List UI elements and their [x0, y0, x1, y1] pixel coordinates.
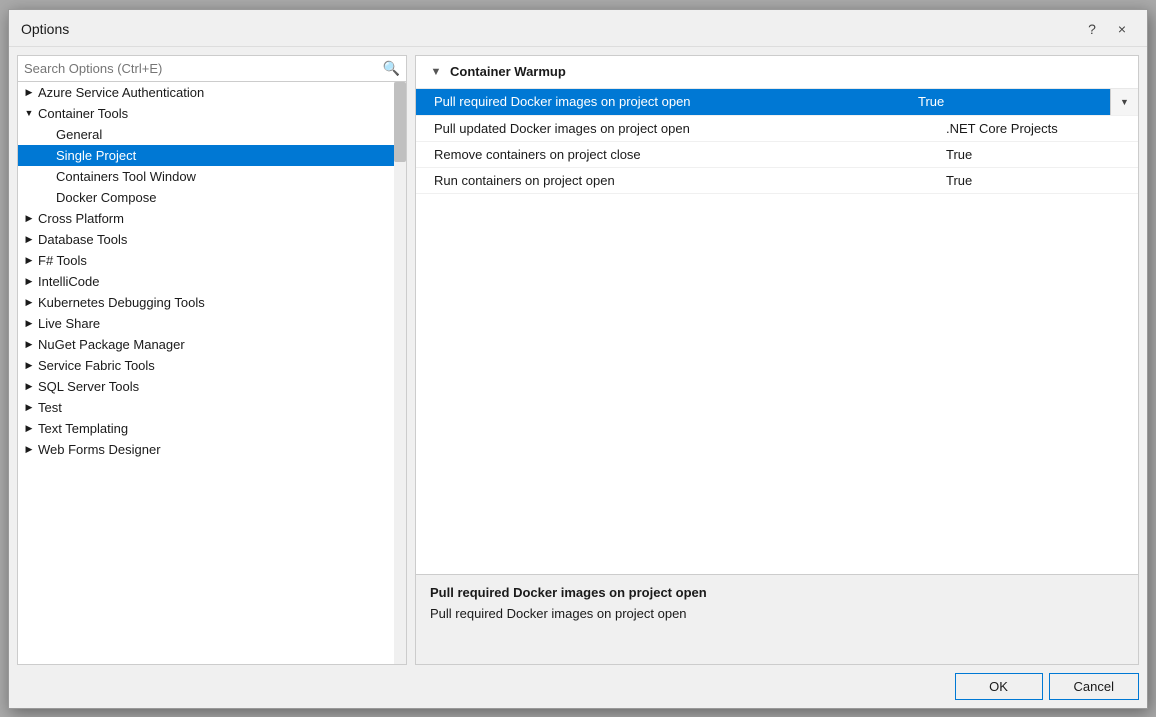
expand-tree-icon[interactable]: ▶: [22, 211, 36, 225]
tree-item-text-templating[interactable]: ▶Text Templating: [18, 418, 406, 439]
collapse-tree-icon[interactable]: ▼: [22, 106, 36, 120]
tree-item-cross-platform[interactable]: ▶Cross Platform: [18, 208, 406, 229]
tree-item-azure-service-auth[interactable]: ▶Azure Service Authentication: [18, 82, 406, 103]
tree-spacer: [40, 169, 54, 183]
setting-value-0: True: [910, 90, 1110, 113]
tree-spacer: [40, 190, 54, 204]
title-bar-buttons: ? ×: [1079, 18, 1135, 40]
tree-item-label: NuGet Package Manager: [38, 337, 185, 352]
description-text: Pull required Docker images on project o…: [430, 606, 1124, 621]
dialog-body: 🔍 ▶Azure Service Authentication▼Containe…: [9, 47, 1147, 665]
tree-item-label: Azure Service Authentication: [38, 85, 204, 100]
section-header: ▼ Container Warmup: [416, 56, 1138, 89]
tree-item-docker-compose[interactable]: Docker Compose: [18, 187, 406, 208]
settings-row-3[interactable]: Run containers on project openTrue: [416, 168, 1138, 194]
tree-item-web-forms-designer[interactable]: ▶Web Forms Designer: [18, 439, 406, 460]
cancel-button[interactable]: Cancel: [1049, 673, 1139, 700]
tree-item-label: Live Share: [38, 316, 100, 331]
expand-tree-icon[interactable]: ▶: [22, 295, 36, 309]
dialog-footer: OK Cancel: [9, 665, 1147, 708]
expand-tree-icon[interactable]: ▶: [22, 379, 36, 393]
expand-tree-icon[interactable]: ▶: [22, 253, 36, 267]
setting-name-3: Run containers on project open: [416, 169, 938, 192]
expand-tree-icon[interactable]: ▶: [22, 421, 36, 435]
setting-value-2: True: [938, 143, 1138, 166]
tree-item-database-tools[interactable]: ▶Database Tools: [18, 229, 406, 250]
tree-item-label: Cross Platform: [38, 211, 124, 226]
settings-row-2[interactable]: Remove containers on project closeTrue: [416, 142, 1138, 168]
setting-value-1: .NET Core Projects: [938, 117, 1138, 140]
settings-rows: Pull required Docker images on project o…: [416, 89, 1138, 194]
setting-name-0: Pull required Docker images on project o…: [416, 90, 910, 113]
expand-tree-icon[interactable]: ▶: [22, 85, 36, 99]
tree-item-label: SQL Server Tools: [38, 379, 139, 394]
tree-item-label: Database Tools: [38, 232, 127, 247]
tree-item-single-project[interactable]: Single Project: [18, 145, 406, 166]
tree-item-container-tools[interactable]: ▼Container Tools: [18, 103, 406, 124]
ok-button[interactable]: OK: [955, 673, 1043, 700]
tree-item-service-fabric-tools[interactable]: ▶Service Fabric Tools: [18, 355, 406, 376]
dialog-title: Options: [21, 21, 69, 37]
tree-item-sql-server-tools[interactable]: ▶SQL Server Tools: [18, 376, 406, 397]
tree-item-general[interactable]: General: [18, 124, 406, 145]
tree-item-label: Single Project: [56, 148, 136, 163]
setting-value-3: True: [938, 169, 1138, 192]
options-tree: ▶Azure Service Authentication▼Container …: [18, 82, 406, 664]
tree-item-label: General: [56, 127, 102, 142]
help-button[interactable]: ?: [1079, 18, 1105, 40]
description-area: Pull required Docker images on project o…: [415, 575, 1139, 665]
tree-item-label: F# Tools: [38, 253, 87, 268]
tree-spacer: [40, 127, 54, 141]
tree-item-nuget-package-manager[interactable]: ▶NuGet Package Manager: [18, 334, 406, 355]
search-bar: 🔍: [18, 56, 406, 82]
tree-item-live-share[interactable]: ▶Live Share: [18, 313, 406, 334]
expand-tree-icon[interactable]: ▶: [22, 232, 36, 246]
settings-section: ▼ Container Warmup Pull required Docker …: [416, 56, 1138, 574]
settings-panel: ▼ Container Warmup Pull required Docker …: [415, 55, 1139, 665]
tree-item-label: Container Tools: [38, 106, 128, 121]
tree-item-label: Test: [38, 400, 62, 415]
tree-item-label: Text Templating: [38, 421, 128, 436]
tree-item-label: Kubernetes Debugging Tools: [38, 295, 205, 310]
expand-tree-icon[interactable]: ▶: [22, 274, 36, 288]
tree-item-label: Containers Tool Window: [56, 169, 196, 184]
setting-dropdown-0[interactable]: ▼: [1110, 89, 1138, 115]
options-dialog: Options ? × 🔍 ▶Azure Service Authenticat…: [8, 9, 1148, 709]
setting-name-2: Remove containers on project close: [416, 143, 938, 166]
title-bar: Options ? ×: [9, 10, 1147, 47]
collapse-icon[interactable]: ▼: [428, 64, 444, 80]
search-icon: 🔍: [383, 60, 400, 77]
options-tree-panel: 🔍 ▶Azure Service Authentication▼Containe…: [17, 55, 407, 665]
tree-item-intellicode[interactable]: ▶IntelliCode: [18, 271, 406, 292]
tree-item-label: IntelliCode: [38, 274, 99, 289]
expand-tree-icon[interactable]: ▶: [22, 400, 36, 414]
tree-item-test[interactable]: ▶Test: [18, 397, 406, 418]
expand-tree-icon[interactable]: ▶: [22, 316, 36, 330]
section-title: Container Warmup: [450, 64, 566, 79]
expand-tree-icon[interactable]: ▶: [22, 337, 36, 351]
settings-row-0[interactable]: Pull required Docker images on project o…: [416, 89, 1138, 116]
tree-item-fsharp-tools[interactable]: ▶F# Tools: [18, 250, 406, 271]
description-title: Pull required Docker images on project o…: [430, 585, 1124, 600]
settings-area: ▼ Container Warmup Pull required Docker …: [415, 55, 1139, 575]
setting-name-1: Pull updated Docker images on project op…: [416, 117, 938, 140]
search-input[interactable]: [24, 61, 383, 76]
tree-item-kubernetes-debugging[interactable]: ▶Kubernetes Debugging Tools: [18, 292, 406, 313]
settings-row-1[interactable]: Pull updated Docker images on project op…: [416, 116, 1138, 142]
tree-item-label: Service Fabric Tools: [38, 358, 155, 373]
tree-item-label: Web Forms Designer: [38, 442, 161, 457]
expand-tree-icon[interactable]: ▶: [22, 442, 36, 456]
expand-tree-icon[interactable]: ▶: [22, 358, 36, 372]
close-button[interactable]: ×: [1109, 18, 1135, 40]
tree-item-label: Docker Compose: [56, 190, 156, 205]
tree-spacer: [40, 148, 54, 162]
tree-item-containers-tool-window[interactable]: Containers Tool Window: [18, 166, 406, 187]
